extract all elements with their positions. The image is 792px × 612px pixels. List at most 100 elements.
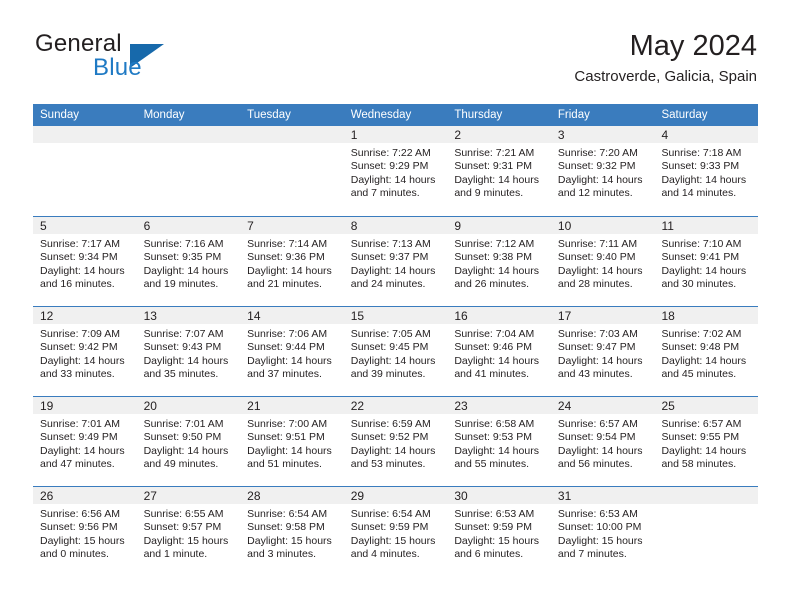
calendar-day-cell[interactable]: 8 Sunrise: 7:13 AM Sunset: 9:37 PM Daylight… <box>343 217 448 306</box>
daylight-duration-line1: Daylight: 15 hours <box>247 534 332 547</box>
calendar-day-cell[interactable]: 10 Sunrise: 7:11 AM Sunset: 9:40 PM Dayligh… <box>550 217 655 306</box>
calendar-day-cell[interactable]: 16 Sunrise: 7:04 AM Sunset: 9:46 PM Dayligh… <box>447 307 551 396</box>
calendar-day-cell[interactable]: 21 Sunrise: 7:00 AM Sunset: 9:51 PM Dayligh… <box>240 397 344 486</box>
daylight-duration-line1: Daylight: 14 hours <box>143 444 229 457</box>
day-number-band: 4 <box>654 126 759 143</box>
daylight-duration-line2: and 14 minutes. <box>661 186 737 199</box>
calendar-day-cell[interactable]: 2 Sunrise: 7:21 AM Sunset: 9:31 PM Daylight… <box>447 126 551 216</box>
day-number-band: 27 <box>136 487 241 504</box>
calendar-day-cell[interactable]: 25 Sunrise: 6:57 AM Sunset: 9:55 PM Dayligh… <box>654 397 759 486</box>
calendar-day-cell[interactable]: 4 Sunrise: 7:18 AM Sunset: 9:33 PM Daylight… <box>654 126 759 216</box>
day-number: 2 <box>454 128 461 142</box>
calendar-week-row: 26 Sunrise: 6:56 AM Sunset: 9:56 PM Dayligh… <box>33 486 759 576</box>
sunrise-time: Sunrise: 7:06 AM <box>247 328 328 340</box>
calendar-day-cell[interactable]: 11 Sunrise: 7:10 AM Sunset: 9:41 PM Dayligh… <box>654 217 759 306</box>
daylight-duration-line1: Daylight: 14 hours <box>661 444 747 457</box>
daylight-duration-line1: Daylight: 14 hours <box>40 264 125 277</box>
calendar-day-cell[interactable]: 6 Sunrise: 7:16 AM Sunset: 9:35 PM Daylight… <box>136 217 241 306</box>
day-sun-info: Sunrise: 7:06 AM Sunset: 9:44 PM Daylight:… <box>240 324 344 381</box>
calendar-day-cell[interactable]: 18 Sunrise: 7:02 AM Sunset: 9:48 PM Dayligh… <box>654 307 759 396</box>
sunrise-time: Sunrise: 7:12 AM <box>454 238 535 250</box>
sunset-time: Sunset: 9:49 PM <box>40 431 118 444</box>
calendar-day-cell[interactable]: 14 Sunrise: 7:06 AM Sunset: 9:44 PM Dayligh… <box>240 307 344 396</box>
calendar-day-cell[interactable]: 29 Sunrise: 6:54 AM Sunset: 9:59 PM Dayligh… <box>343 487 448 576</box>
sunrise-time: Sunrise: 6:56 AM <box>40 508 120 520</box>
day-sun-info: Sunrise: 7:10 AM Sunset: 9:41 PM Daylight:… <box>654 234 758 291</box>
sunset-time: Sunset: 9:59 PM <box>454 521 532 534</box>
daylight-duration-line1: Daylight: 14 hours <box>247 354 332 367</box>
day-number: 6 <box>143 219 151 233</box>
daylight-duration-line1: Daylight: 14 hours <box>143 264 229 277</box>
day-number: 21 <box>247 399 261 413</box>
day-sun-info: Sunrise: 6:56 AM Sunset: 9:56 PM Daylight:… <box>33 504 137 561</box>
daylight-duration-line1: Daylight: 14 hours <box>557 173 643 186</box>
day-number: 7 <box>247 219 254 233</box>
day-number: 15 <box>350 309 365 323</box>
day-number-band: 20 <box>136 397 241 414</box>
calendar-day-cell[interactable]: 20 Sunrise: 7:01 AM Sunset: 9:50 PM Dayligh… <box>136 397 241 486</box>
day-number: 1 <box>350 128 358 142</box>
sunset-time: Sunset: 9:56 PM <box>40 521 118 534</box>
day-number-band: 7 <box>240 217 344 234</box>
calendar-day-cell[interactable]: 5 Sunrise: 7:17 AM Sunset: 9:34 PM Daylight… <box>33 217 137 306</box>
calendar-day-cell-empty <box>654 487 759 576</box>
sunrise-time: Sunrise: 6:53 AM <box>557 508 638 520</box>
day-sun-info: Sunrise: 7:03 AM Sunset: 9:47 PM Daylight:… <box>551 324 655 381</box>
calendar-week-row: 5 Sunrise: 7:17 AM Sunset: 9:34 PM Daylight… <box>33 216 759 306</box>
daylight-duration-line1: Daylight: 14 hours <box>661 354 747 367</box>
sunset-time: Sunset: 9:34 PM <box>40 251 118 264</box>
daylight-duration-line2: and 45 minutes. <box>661 367 737 380</box>
day-number-band <box>240 126 344 143</box>
daylight-duration-line2: and 37 minutes. <box>247 367 322 380</box>
day-number: 4 <box>661 128 669 142</box>
calendar-day-cell[interactable]: 28 Sunrise: 6:54 AM Sunset: 9:58 PM Dayligh… <box>240 487 344 576</box>
daylight-duration-line1: Daylight: 14 hours <box>661 173 747 186</box>
calendar-grid: Sunday Monday Tuesday Wednesday Thursday… <box>33 104 759 576</box>
page-title: May 2024 <box>629 30 757 62</box>
calendar-day-cell[interactable]: 15 Sunrise: 7:05 AM Sunset: 9:45 PM Dayligh… <box>343 307 448 396</box>
calendar-day-cell[interactable]: 3 Sunrise: 7:20 AM Sunset: 9:32 PM Daylight… <box>550 126 655 216</box>
day-sun-info: Sunrise: 6:55 AM Sunset: 9:57 PM Daylight:… <box>137 504 241 561</box>
sunrise-time: Sunrise: 7:20 AM <box>557 147 638 159</box>
sunrise-time: Sunrise: 7:17 AM <box>40 238 120 250</box>
day-number: 20 <box>143 399 157 413</box>
sunset-time: Sunset: 9:50 PM <box>143 431 222 444</box>
calendar-week-row: 1 Sunrise: 7:22 AM Sunset: 9:29 PM Daylight… <box>33 126 759 216</box>
sunset-time: Sunset: 9:36 PM <box>247 251 325 264</box>
calendar-day-cell-empty <box>33 126 137 216</box>
day-number-band: 19 <box>33 397 137 414</box>
daylight-duration-line1: Daylight: 14 hours <box>350 444 436 457</box>
day-sun-info: Sunrise: 7:01 AM Sunset: 9:50 PM Daylight:… <box>137 414 241 471</box>
calendar-day-cell[interactable]: 13 Sunrise: 7:07 AM Sunset: 9:43 PM Dayligh… <box>136 307 241 396</box>
sunrise-time: Sunrise: 7:21 AM <box>454 147 535 159</box>
calendar-day-cell[interactable]: 12 Sunrise: 7:09 AM Sunset: 9:42 PM Dayligh… <box>33 307 137 396</box>
calendar-day-cell[interactable]: 7 Sunrise: 7:14 AM Sunset: 9:36 PM Daylight… <box>240 217 344 306</box>
calendar-day-cell[interactable]: 22 Sunrise: 6:59 AM Sunset: 9:52 PM Dayligh… <box>343 397 448 486</box>
daylight-duration-line2: and 9 minutes. <box>454 186 524 199</box>
daylight-duration-line2: and 4 minutes. <box>350 547 420 560</box>
calendar-weeks: 1 Sunrise: 7:22 AM Sunset: 9:29 PM Daylight… <box>33 126 759 576</box>
daylight-duration-line1: Daylight: 14 hours <box>454 354 539 367</box>
day-number-band: 22 <box>343 397 448 414</box>
calendar-day-cell[interactable]: 9 Sunrise: 7:12 AM Sunset: 9:38 PM Daylight… <box>447 217 551 306</box>
calendar-day-cell[interactable]: 24 Sunrise: 6:57 AM Sunset: 9:54 PM Dayligh… <box>550 397 655 486</box>
sunset-time: Sunset: 9:46 PM <box>454 341 532 354</box>
calendar-day-cell[interactable]: 31 Sunrise: 6:53 AM Sunset: 10:00 PM Daylig… <box>550 487 655 576</box>
day-sun-info: Sunrise: 7:12 AM Sunset: 9:38 PM Daylight:… <box>447 234 551 291</box>
sunset-time: Sunset: 9:32 PM <box>557 160 636 173</box>
calendar-day-cell[interactable]: 30 Sunrise: 6:53 AM Sunset: 9:59 PM Dayligh… <box>447 487 551 576</box>
sunrise-time: Sunrise: 7:02 AM <box>661 328 742 340</box>
calendar-day-cell[interactable]: 1 Sunrise: 7:22 AM Sunset: 9:29 PM Daylight… <box>343 126 448 216</box>
sunrise-time: Sunrise: 7:14 AM <box>247 238 328 250</box>
daylight-duration-line2: and 19 minutes. <box>143 277 219 290</box>
day-number-band: 31 <box>550 487 655 504</box>
general-blue-logo[interactable]: General Blue <box>35 30 245 92</box>
calendar-day-cell[interactable]: 17 Sunrise: 7:03 AM Sunset: 9:47 PM Dayligh… <box>550 307 655 396</box>
calendar-day-cell[interactable]: 23 Sunrise: 6:58 AM Sunset: 9:53 PM Dayligh… <box>447 397 551 486</box>
calendar-day-cell[interactable]: 26 Sunrise: 6:56 AM Sunset: 9:56 PM Dayligh… <box>33 487 137 576</box>
daylight-duration-line1: Daylight: 14 hours <box>557 354 643 367</box>
calendar-day-cell[interactable]: 27 Sunrise: 6:55 AM Sunset: 9:57 PM Dayligh… <box>136 487 241 576</box>
calendar-day-cell[interactable]: 19 Sunrise: 7:01 AM Sunset: 9:49 PM Dayligh… <box>33 397 137 486</box>
day-number-band <box>33 126 137 143</box>
daylight-duration-line2: and 56 minutes. <box>557 457 633 470</box>
